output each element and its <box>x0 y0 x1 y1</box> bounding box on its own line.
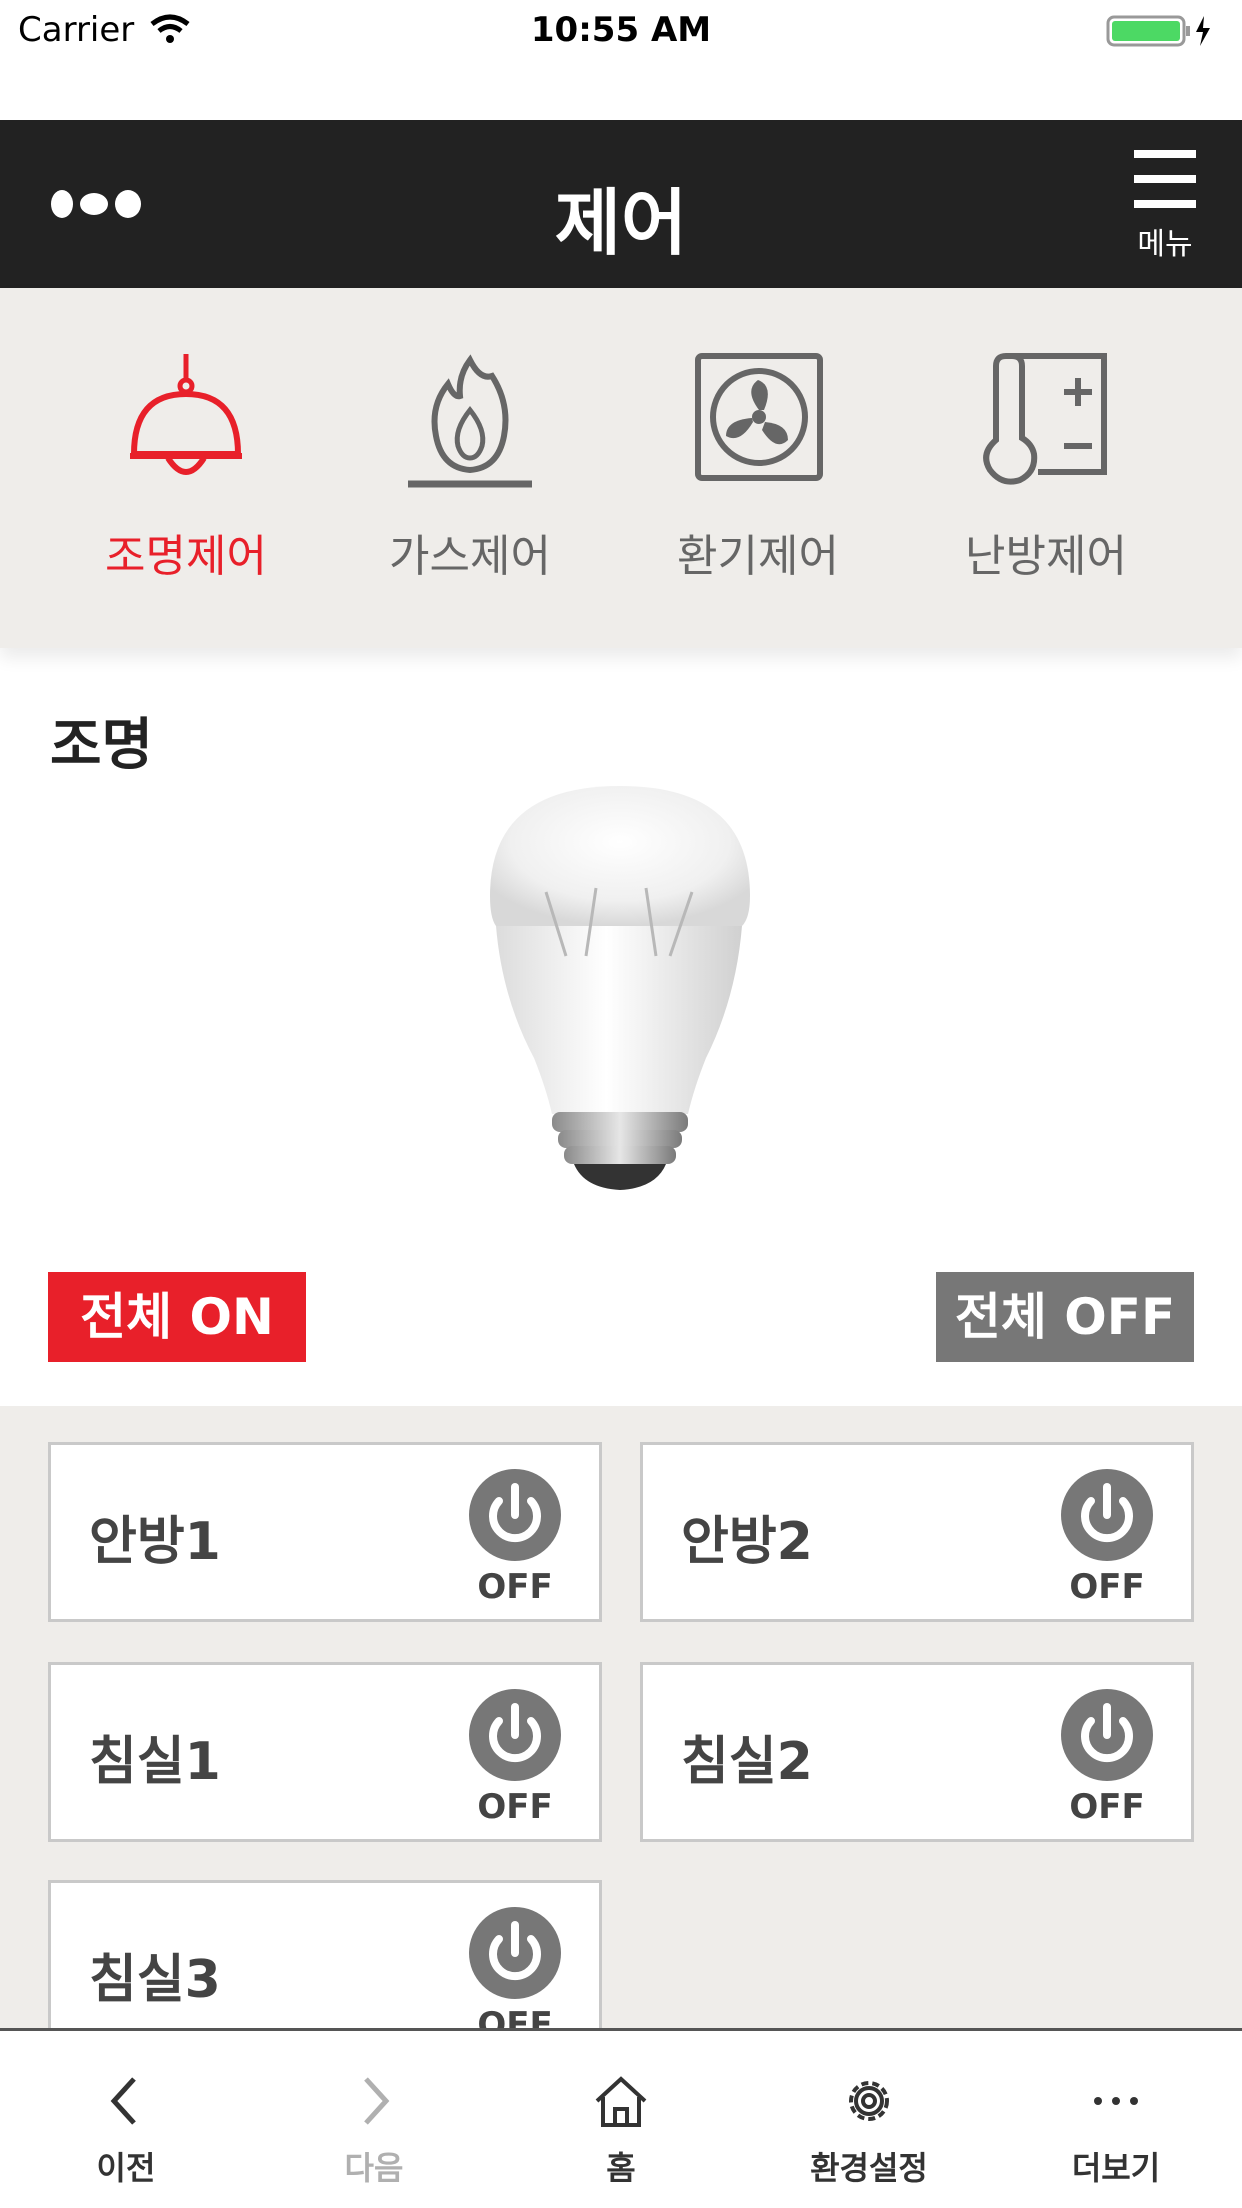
room-name: 침실2 <box>681 1732 813 1792</box>
nav-settings[interactable]: 환경설정 <box>745 2031 993 2208</box>
page-title: 제어 <box>554 181 688 265</box>
nav-label: 더보기 <box>1071 2149 1161 2187</box>
chevron-left-icon <box>110 2077 136 2125</box>
room-state: OFF <box>477 1567 553 1607</box>
hamburger-icon-bar <box>1134 200 1196 208</box>
lamp-icon <box>130 354 242 475</box>
room-state: OFF <box>477 1787 553 1827</box>
room-name: 안방2 <box>681 1512 813 1572</box>
room-list: 안방1 OFF 안방2 OFF 침실1 OFF 침실2 OFF 침실3 OFF <box>0 1406 1242 2028</box>
tab-gas[interactable]: 가스제어 <box>326 288 614 648</box>
power-icon[interactable] <box>1061 1689 1153 1781</box>
room-name: 안방1 <box>89 1512 221 1572</box>
status-bar: Carrier 10:55 AM <box>0 0 1242 62</box>
gear-icon <box>849 2081 889 2121</box>
more-icon <box>1094 2097 1138 2105</box>
tab-heating[interactable]: 난방제어 <box>902 288 1190 648</box>
nav-back[interactable]: 이전 <box>2 2031 250 2208</box>
power-icon[interactable] <box>469 1469 561 1561</box>
gas-flame-icon <box>408 354 532 488</box>
hamburger-icon <box>1134 150 1196 158</box>
room-card[interactable]: 침실2 OFF <box>640 1662 1194 1842</box>
nav-label: 환경설정 <box>810 2149 928 2187</box>
nav-label: 다음 <box>344 2149 404 2187</box>
chevron-right-icon <box>364 2077 390 2125</box>
tab-ventilation[interactable]: 환기제어 <box>614 288 902 648</box>
tab-label: 환기제어 <box>677 531 839 582</box>
light-bulb-image <box>490 786 750 1190</box>
room-card[interactable]: 안방2 OFF <box>640 1442 1194 1622</box>
tab-label: 가스제어 <box>389 531 551 582</box>
home-icon <box>595 2076 647 2127</box>
nav-more[interactable]: 더보기 <box>992 2031 1240 2208</box>
room-card[interactable]: 안방1 OFF <box>48 1442 602 1622</box>
room-name: 침실1 <box>89 1732 221 1792</box>
menu-button[interactable]: 메뉴 <box>1130 150 1200 270</box>
power-icon[interactable] <box>1061 1469 1153 1561</box>
all-on-button[interactable]: 전체 ON <box>48 1272 306 1362</box>
tab-lighting[interactable]: 조명제어 <box>42 288 330 648</box>
tab-label: 난방제어 <box>965 531 1127 582</box>
room-card[interactable]: 침실3 OFF <box>48 1880 602 2028</box>
nav-label: 홈 <box>606 2149 636 2187</box>
clock: 10:55 AM <box>530 10 712 50</box>
room-card[interactable]: 침실1 OFF <box>48 1662 602 1842</box>
nav-home[interactable]: 홈 <box>497 2031 745 2208</box>
all-off-button[interactable]: 전체 OFF <box>936 1272 1194 1362</box>
room-state: OFF <box>1069 1787 1145 1827</box>
category-tabs: 조명제어 가스제어 환기제어 난방제어 <box>0 288 1242 648</box>
thermometer-icon <box>983 353 1107 485</box>
nav-forward[interactable]: 다음 <box>250 2031 498 2208</box>
fan-icon <box>695 353 823 481</box>
tab-label: 조명제어 <box>105 531 267 582</box>
app-header: 제어 메뉴 <box>0 120 1242 288</box>
menu-label: 메뉴 <box>1137 227 1193 262</box>
nav-label: 이전 <box>96 2149 156 2187</box>
power-icon[interactable] <box>469 1907 561 1999</box>
room-state: OFF <box>1069 1567 1145 1607</box>
bottom-nav: 이전 다음 홈 환경설정 더보기 <box>0 2028 1242 2208</box>
section-title: 조명 <box>50 713 154 778</box>
room-name: 침실3 <box>89 1950 221 2010</box>
power-icon[interactable] <box>469 1689 561 1781</box>
room-state: OFF <box>477 2005 553 2028</box>
battery-icon <box>1106 15 1210 47</box>
hamburger-icon-bar <box>1134 175 1196 183</box>
